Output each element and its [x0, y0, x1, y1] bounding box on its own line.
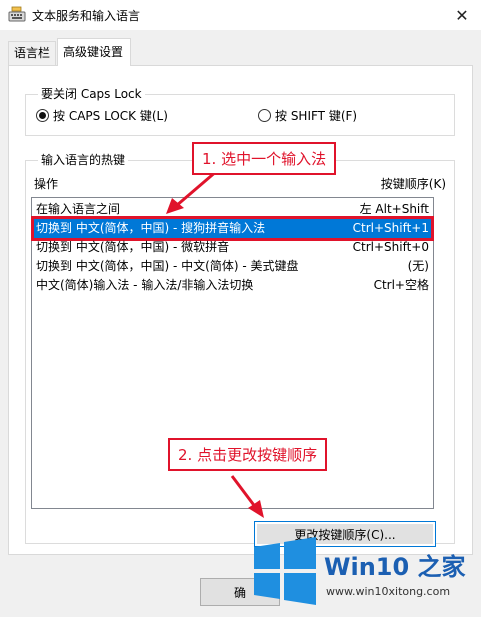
radio-label: 按 CAPS LOCK 键(L) [53, 109, 168, 123]
tab-language-bar[interactable]: 语言栏 [8, 41, 56, 65]
list-item-key: Ctrl+Shift+1 [352, 221, 429, 235]
radio-label: 按 SHIFT 键(F) [275, 109, 358, 123]
list-item-action: 切换到 中文(简体，中国) - 微软拼音 [36, 240, 230, 254]
list-item-key: Ctrl+空格 [373, 278, 429, 292]
list-item-key: (无) [407, 259, 429, 273]
hotkey-group-title: 输入语言的热键 [38, 153, 129, 167]
list-item-action: 切换到 中文(简体，中国) - 中文(简体) - 美式键盘 [36, 259, 299, 273]
list-item[interactable]: 切换到 中文(简体，中国) - 微软拼音 Ctrl+Shift+0 [34, 238, 431, 257]
title-bar: 文本服务和输入语言 ✕ [0, 0, 481, 30]
list-item-action: 中文(简体)输入法 - 输入法/非输入法切换 [36, 278, 254, 292]
annotation-step1: 1. 选中一个输入法 [192, 142, 337, 175]
annotation-step2: 2. 点击更改按键顺序 [168, 438, 328, 471]
caps-lock-group: 要关闭 Caps Lock 按 CAPS LOCK 键(L) 按 SHIFT 键… [25, 87, 455, 136]
tab-panel: 要关闭 Caps Lock 按 CAPS LOCK 键(L) 按 SHIFT 键… [8, 65, 473, 555]
tab-advanced-key-settings[interactable]: 高级键设置 [57, 38, 131, 66]
keyboard-icon [8, 6, 26, 22]
list-item-action: 在输入语言之间 [36, 202, 121, 216]
list-item[interactable]: 中文(简体)输入法 - 输入法/非输入法切换 Ctrl+空格 [34, 276, 431, 295]
list-item[interactable]: 在输入语言之间 左 Alt+Shift [34, 200, 431, 219]
close-icon[interactable]: ✕ [451, 4, 473, 26]
windows-logo-icon [254, 537, 316, 605]
window-title: 文本服务和输入语言 [32, 9, 141, 23]
list-item-key: Ctrl+Shift+0 [352, 240, 429, 254]
column-header-key-sequence: 按键顺序(K) [380, 177, 446, 191]
watermark-url: www.win10xitong.com [326, 585, 451, 598]
watermark: Win10 之家 www.win10xitong.com [246, 525, 481, 617]
column-header-action: 操作 [34, 177, 59, 191]
radio-checked-icon[interactable] [36, 109, 49, 122]
watermark-brand: Win10 之家 [324, 553, 466, 581]
list-item-selected[interactable]: 切换到 中文(简体，中国) - 搜狗拼音输入法 Ctrl+Shift+1 [31, 216, 434, 241]
list-item-action: 切换到 中文(简体，中国) - 搜狗拼音输入法 [36, 221, 266, 235]
radio-shift-key[interactable]: 按 SHIFT 键(F) [258, 107, 357, 124]
hotkey-group: 输入语言的热键 操作 按键顺序(K) 在输入语言之间 左 Alt+Shift 切… [25, 153, 455, 547]
list-item-key: 左 Alt+Shift [359, 202, 429, 216]
radio-unchecked-icon[interactable] [258, 109, 271, 122]
radio-caps-lock-key[interactable]: 按 CAPS LOCK 键(L) [36, 107, 168, 124]
list-item[interactable]: 切换到 中文(简体，中国) - 中文(简体) - 美式键盘 (无) [34, 257, 431, 276]
caps-lock-group-title: 要关闭 Caps Lock [38, 87, 145, 101]
